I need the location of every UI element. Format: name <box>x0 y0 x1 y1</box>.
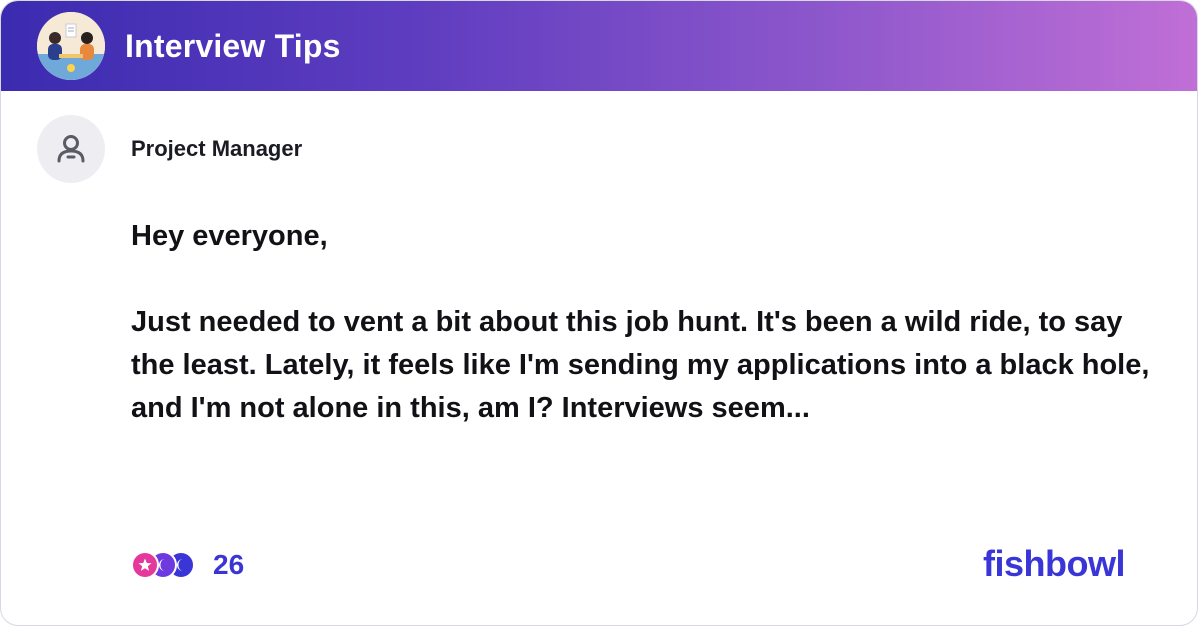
reactions-summary[interactable]: 26 <box>131 549 244 581</box>
author-row: Project Manager <box>37 115 302 183</box>
fishbowl-logo[interactable]: fishbowl <box>983 543 1126 585</box>
post-card[interactable]: Interview Tips Project Manager Hey every… <box>0 0 1198 626</box>
interview-illustration-icon[interactable] <box>37 12 105 80</box>
person-icon[interactable] <box>37 115 105 183</box>
bowl-header: Interview Tips <box>1 1 1197 91</box>
post-greeting: Hey everyone, <box>131 220 328 252</box>
bowl-title[interactable]: Interview Tips <box>125 28 341 65</box>
post-text: Just needed to vent a bit about this job… <box>131 306 1150 424</box>
post-body[interactable]: Hey everyone, Just needed to vent a bit … <box>131 215 1171 430</box>
reaction-count: 26 <box>213 549 245 580</box>
author-title: Project Manager <box>131 136 303 161</box>
star-reaction-icon <box>131 551 159 579</box>
reaction-icons <box>131 550 197 580</box>
